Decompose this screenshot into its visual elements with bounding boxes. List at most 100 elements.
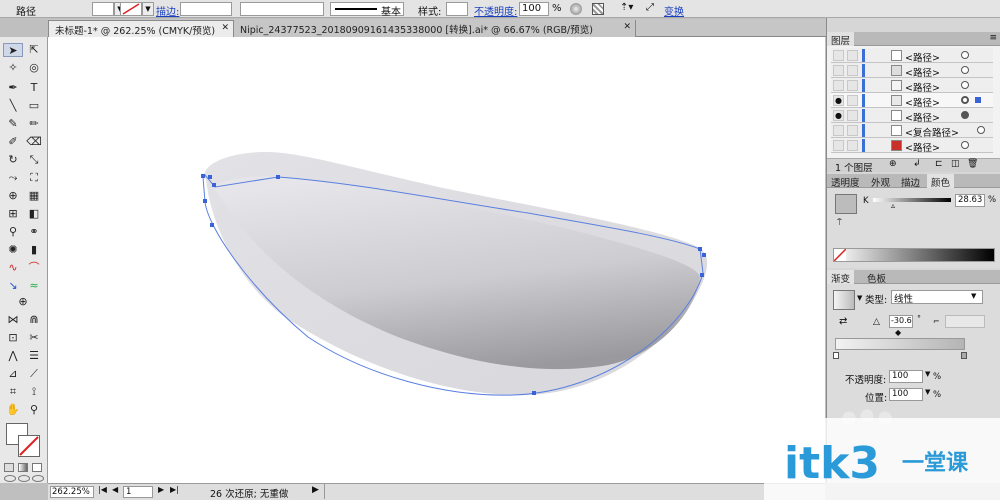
- location-field[interactable]: 100: [889, 388, 923, 401]
- lasso-tool-icon[interactable]: ◎: [24, 61, 44, 75]
- fill-color-swatch[interactable]: [835, 194, 857, 214]
- layer-row[interactable]: <路径>: [831, 78, 993, 94]
- color-ramp[interactable]: [833, 248, 995, 262]
- isolate-icon[interactable]: ⤢: [646, 2, 654, 13]
- first-page-icon[interactable]: |◀: [98, 485, 107, 494]
- pen-tool-icon[interactable]: ✒: [3, 81, 23, 95]
- k-slider-track[interactable]: [873, 198, 951, 202]
- stroke-swatch[interactable]: [120, 2, 142, 16]
- midpoint-diamond-icon[interactable]: ◆: [895, 328, 901, 337]
- clipping-mask-icon[interactable]: ↲: [913, 159, 921, 169]
- hand-tool-icon[interactable]: ✋: [3, 403, 23, 417]
- stroke-color-swatch[interactable]: [18, 435, 40, 457]
- tab-untitled[interactable]: 未标题-1* @ 262.25% (CMYK/预览) ✕: [48, 20, 234, 37]
- draw-normal-icon[interactable]: [4, 475, 16, 482]
- out-of-gamut-icon[interactable]: ⍑: [837, 218, 842, 228]
- prev-page-icon[interactable]: ◀: [112, 485, 118, 494]
- blob-brush-tool-icon[interactable]: ✐: [3, 135, 23, 149]
- rotate-tool-icon[interactable]: ↻: [3, 153, 23, 167]
- last-page-icon[interactable]: ▶|: [170, 485, 179, 494]
- layer-row[interactable]: ● <路径>: [831, 108, 993, 124]
- gradient-tool-icon[interactable]: ◧: [24, 207, 44, 221]
- target-circle-icon[interactable]: [961, 66, 969, 74]
- gradient-swatch[interactable]: [833, 290, 855, 310]
- lock-toggle[interactable]: [847, 140, 858, 151]
- direct-selection-tool-icon[interactable]: ⇱: [24, 43, 44, 57]
- selection-tool-icon[interactable]: ➤: [3, 43, 23, 57]
- eye-icon[interactable]: ●: [833, 110, 844, 121]
- visibility-toggle[interactable]: [833, 65, 844, 76]
- select-similar-icon[interactable]: ⇡▾: [620, 2, 633, 13]
- stroke-weight-field[interactable]: [180, 2, 232, 16]
- recolor-icon[interactable]: [570, 3, 582, 15]
- lock-toggle[interactable]: [847, 50, 858, 61]
- lock-toggle[interactable]: [847, 110, 858, 121]
- blend-tool-icon[interactable]: ⚭: [24, 225, 44, 239]
- visibility-toggle[interactable]: [833, 125, 844, 136]
- path-tool-icon[interactable]: ↘: [3, 279, 23, 293]
- target-circle-icon[interactable]: [961, 51, 969, 59]
- arc-tool-icon[interactable]: ⌒: [24, 261, 44, 275]
- visibility-toggle[interactable]: [833, 50, 844, 61]
- k-slider-thumb[interactable]: ▵: [891, 201, 895, 210]
- layer-row[interactable]: <复合路径>: [831, 123, 993, 139]
- rectangle-tool-icon[interactable]: ▭: [24, 99, 44, 113]
- opacity-link[interactable]: 不透明度:: [474, 3, 517, 18]
- type-tool-icon[interactable]: T: [24, 81, 44, 95]
- knife-tool-icon[interactable]: ⟋: [24, 367, 44, 381]
- target-circle-icon[interactable]: [961, 96, 969, 104]
- zoom-field[interactable]: 262.25%: [50, 486, 94, 498]
- delete-layer-icon[interactable]: 🗑: [967, 159, 978, 169]
- eyedrop-sample-tool-icon[interactable]: ⟟: [24, 385, 44, 399]
- slice-tool-icon[interactable]: ✂: [24, 331, 44, 345]
- pencil-tool-icon[interactable]: ✏: [24, 117, 44, 131]
- none-color-icon[interactable]: [834, 249, 846, 261]
- paintbrush-tool-icon[interactable]: ✎: [3, 117, 23, 131]
- tab-appearance[interactable]: 外观: [867, 174, 894, 189]
- tab-swatches[interactable]: 色板: [863, 270, 890, 285]
- target-circle-icon[interactable]: [977, 126, 985, 134]
- target-circle-icon[interactable]: [961, 81, 969, 89]
- color-mode-icon[interactable]: [4, 463, 14, 472]
- visibility-toggle[interactable]: [833, 140, 844, 151]
- measure-tool-icon[interactable]: ⊿: [3, 367, 23, 381]
- target-tool-icon[interactable]: ⊕: [13, 295, 33, 309]
- lock-toggle[interactable]: [847, 65, 858, 76]
- angle-field[interactable]: -30.6: [889, 315, 913, 328]
- target-circle-icon[interactable]: [961, 111, 969, 119]
- gradient-stop-right[interactable]: [961, 352, 967, 359]
- layer-row[interactable]: <路径>: [831, 138, 993, 154]
- gradient-stop-left[interactable]: [833, 352, 839, 359]
- mesh-tool-icon[interactable]: ⊞: [3, 207, 23, 221]
- stop-opacity-field[interactable]: 100: [889, 370, 923, 383]
- visibility-toggle[interactable]: [833, 80, 844, 91]
- curve-tool-icon[interactable]: ∿: [3, 261, 23, 275]
- layer-row[interactable]: ● <路径>: [831, 93, 993, 109]
- lock-toggle[interactable]: [847, 95, 858, 106]
- panel-menu-icon[interactable]: ≡: [989, 33, 997, 43]
- opacity-field[interactable]: 100: [519, 2, 549, 16]
- style-swatch[interactable]: [446, 2, 468, 16]
- width-tool-icon[interactable]: ⤳: [3, 171, 23, 185]
- tab-transparency[interactable]: 透明度: [827, 174, 864, 189]
- brush-definition-select[interactable]: 基本: [330, 2, 404, 18]
- pattern-tool-icon[interactable]: ⌗: [3, 385, 23, 399]
- stroke-link[interactable]: 描边:: [156, 3, 179, 18]
- eyedropper-tool-icon[interactable]: ⚲: [3, 225, 23, 239]
- stroke-dropdown[interactable]: ▼: [142, 2, 154, 16]
- next-page-icon[interactable]: ▶: [158, 485, 164, 494]
- target-circle-icon[interactable]: [961, 141, 969, 149]
- fill-swatch[interactable]: [92, 2, 114, 16]
- list-tool-icon[interactable]: ☰: [24, 349, 44, 363]
- eraser-tool-icon[interactable]: ⌫: [24, 135, 44, 149]
- warp-tool-icon[interactable]: ⋒: [24, 313, 44, 327]
- chart-line-tool-icon[interactable]: ⋀: [3, 349, 23, 363]
- none-mode-icon[interactable]: [32, 463, 42, 472]
- variable-width-select[interactable]: [240, 2, 324, 16]
- artboard-canvas[interactable]: [48, 37, 825, 483]
- scale-tool-icon[interactable]: ⤡: [24, 153, 44, 167]
- draw-inside-icon[interactable]: [32, 475, 44, 482]
- zoom-tool-icon[interactable]: ⚲: [24, 403, 44, 417]
- column-graph-tool-icon[interactable]: ▮: [24, 243, 44, 257]
- new-layer-icon[interactable]: ◫: [951, 159, 960, 169]
